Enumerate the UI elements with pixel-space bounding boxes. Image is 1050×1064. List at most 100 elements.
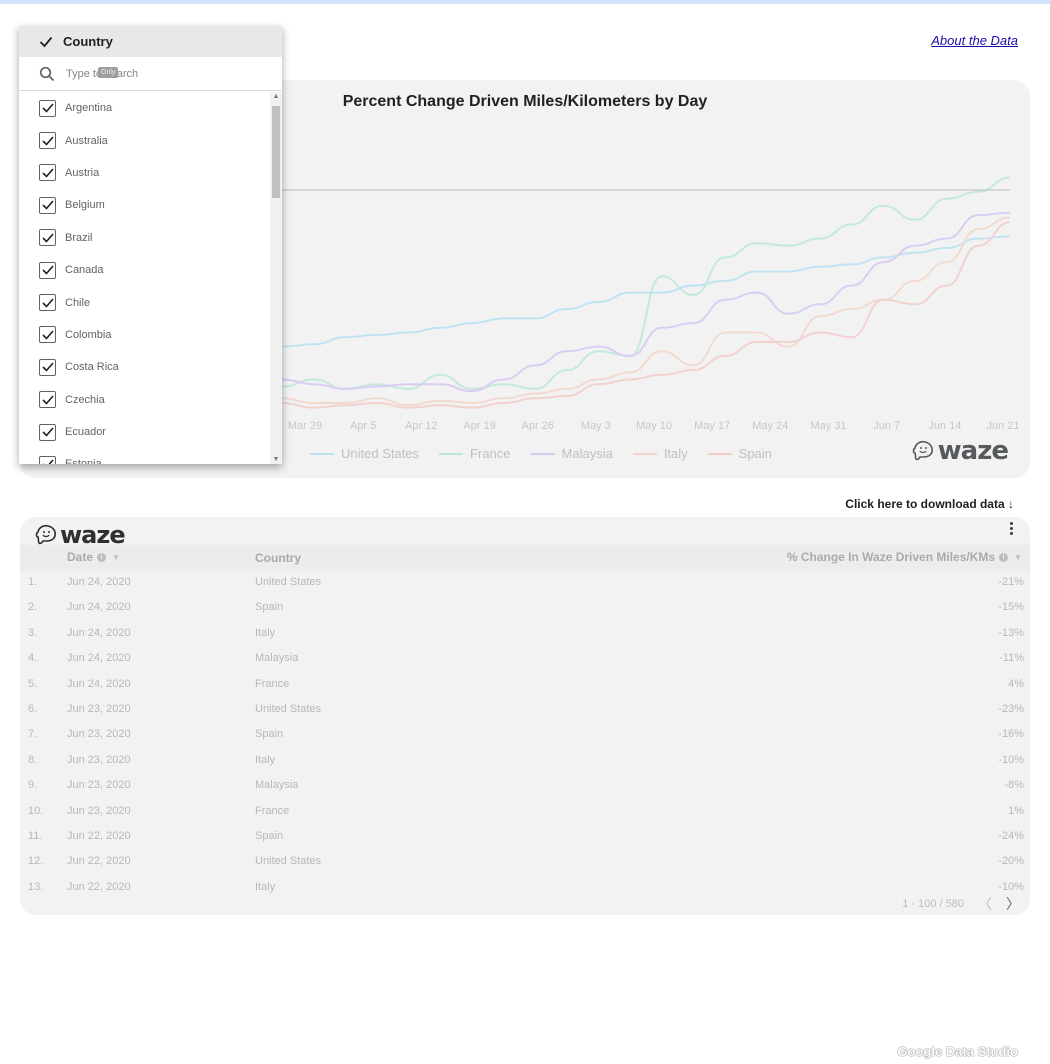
x-tick-label: Jun 14 [928, 420, 961, 432]
legend-label: Malaysia [561, 446, 613, 461]
country-option-label: Australia [65, 134, 108, 147]
country-option-label: Estonia [65, 458, 102, 464]
checkbox-checked-icon[interactable] [39, 196, 56, 214]
country-option-label: Austria [65, 166, 100, 179]
country-option[interactable]: Estonia [19, 448, 269, 464]
row-country: Italy [255, 753, 276, 766]
country-option[interactable]: Brazil [19, 222, 269, 254]
row-index: 12. [28, 855, 44, 868]
legend-item[interactable]: Malaysia [530, 446, 613, 461]
column-header-change[interactable]: % Change In Waze Driven Miles/KMs i ▼ [787, 550, 1022, 564]
table-row[interactable]: 8. Jun 23, 2020 Italy -10% [20, 749, 1030, 774]
row-date: Jun 23, 2020 [67, 804, 131, 817]
checkbox-checked-icon[interactable] [39, 358, 56, 376]
checkbox-checked-icon[interactable] [39, 132, 56, 150]
row-country: Spain [255, 829, 284, 842]
row-date: Jun 23, 2020 [67, 702, 131, 715]
table-row[interactable]: 13. Jun 22, 2020 Italy -10% [20, 876, 1030, 901]
table-row[interactable]: 12. Jun 22, 2020 United States -20% [20, 850, 1030, 875]
country-option[interactable]: Austria [19, 157, 269, 189]
row-date: Jun 23, 2020 [67, 728, 131, 741]
country-option-label: Brazil [65, 231, 93, 244]
row-index: 6. [28, 702, 38, 715]
table-row[interactable]: 1. Jun 24, 2020 United States -21% [20, 571, 1030, 596]
data-table-card: waze Date i ▼ Country % Change In Waze Dri… [20, 517, 1030, 915]
country-option[interactable]: Colombia [19, 319, 269, 351]
row-value: 4% [1008, 677, 1024, 690]
row-value: -10% [998, 753, 1024, 766]
country-option[interactable]: Czechia [19, 384, 269, 416]
checkbox-checked-icon[interactable] [39, 164, 56, 182]
series-line-france[interactable] [281, 176, 1011, 390]
next-page-icon[interactable]: 〉 [1006, 894, 1020, 914]
country-option[interactable]: Costa Rica [19, 351, 269, 383]
country-option[interactable]: Argentina [19, 92, 269, 124]
table-row[interactable]: 11. Jun 22, 2020 Spain -24% [20, 825, 1030, 850]
google-data-studio-logo[interactable]: Google Data Studio [897, 1044, 1018, 1059]
x-tick-label: Jun 21 [986, 420, 1019, 432]
row-value: -13% [998, 626, 1024, 639]
scrollbar-thumb[interactable] [272, 106, 280, 198]
waze-icon [35, 524, 56, 545]
x-tick-label: May 10 [636, 420, 672, 432]
checkbox-checked-icon[interactable] [39, 294, 56, 312]
row-country: United States [255, 702, 322, 715]
checkbox-checked-icon[interactable] [39, 326, 56, 344]
checkbox-checked-icon[interactable] [39, 455, 56, 464]
legend-swatch [530, 452, 555, 455]
table-row[interactable]: 9. Jun 23, 2020 Malaysia -8% [20, 774, 1030, 799]
column-header-date[interactable]: Date i ▼ [67, 550, 120, 564]
search-input[interactable] [66, 67, 226, 80]
legend-label: Spain [738, 446, 772, 461]
scroll-down-icon[interactable]: ▼ [270, 456, 282, 463]
info-icon[interactable]: i [999, 553, 1009, 563]
legend-item[interactable]: Italy [632, 446, 688, 461]
row-country: Spain [255, 601, 284, 614]
row-date: Jun 24, 2020 [67, 677, 131, 690]
country-filter-dropdown: Country Only Argentina Australia Austria Be… [19, 26, 282, 464]
more-vert-icon[interactable] [1006, 522, 1016, 535]
table-row[interactable]: 6. Jun 23, 2020 United States -23% [20, 698, 1030, 723]
table-row[interactable]: 3. Jun 24, 2020 Italy -13% [20, 622, 1030, 647]
prev-page-icon[interactable]: 〈 [978, 894, 992, 914]
table-row[interactable]: 2. Jun 24, 2020 Spain -15% [20, 596, 1030, 621]
chart-legend: United States France Malaysia Italy Spain [310, 446, 772, 461]
checkbox-checked-icon[interactable] [39, 99, 56, 117]
table-row[interactable]: 10. Jun 23, 2020 France 1% [20, 800, 1030, 825]
row-value: -23% [998, 702, 1024, 715]
row-index: 11. [28, 829, 43, 842]
checkbox-checked-icon[interactable] [39, 229, 56, 247]
column-header-country[interactable]: Country [255, 551, 301, 565]
about-data-link[interactable]: About the Data [931, 33, 1018, 48]
x-tick-label: Mar 29 [288, 420, 322, 432]
sort-caret-icon[interactable]: ▼ [1014, 553, 1022, 562]
scroll-up-icon[interactable]: ▲ [270, 93, 282, 100]
info-icon[interactable]: i [97, 553, 107, 563]
row-index: 7. [28, 728, 38, 741]
checkbox-checked-icon[interactable] [39, 391, 56, 409]
checkbox-checked-icon[interactable] [39, 423, 56, 441]
country-option[interactable]: Canada [19, 254, 269, 286]
country-option[interactable]: Belgium [19, 189, 269, 221]
table-row[interactable]: 5. Jun 24, 2020 France 4% [20, 673, 1030, 698]
country-option-label: Chile [65, 296, 91, 309]
row-date: Jun 23, 2020 [67, 779, 131, 792]
country-option[interactable]: Ecuador [19, 416, 269, 448]
select-all-toggle[interactable]: Country [19, 26, 282, 57]
sort-caret-icon[interactable]: ▼ [112, 553, 120, 562]
row-country: Spain [255, 728, 284, 741]
legend-item[interactable]: France [439, 446, 511, 461]
country-option[interactable]: Chile [19, 286, 269, 318]
table-row[interactable]: 7. Jun 23, 2020 Spain -16% [20, 723, 1030, 748]
list-scrollbar[interactable]: ▲ ▼ [270, 92, 282, 464]
legend-swatch [310, 452, 334, 455]
check-icon [39, 36, 53, 47]
table-row[interactable]: 4. Jun 24, 2020 Malaysia -11% [20, 647, 1030, 672]
download-data-link[interactable]: Click here to download data ↓ [845, 497, 1014, 511]
country-option[interactable]: Australia [19, 124, 269, 156]
country-option-label: Argentina [65, 102, 113, 115]
legend-item[interactable]: Spain [707, 446, 772, 461]
legend-item[interactable]: United States [310, 446, 419, 461]
x-tick-label: May 31 [810, 420, 846, 432]
checkbox-checked-icon[interactable] [39, 261, 56, 279]
